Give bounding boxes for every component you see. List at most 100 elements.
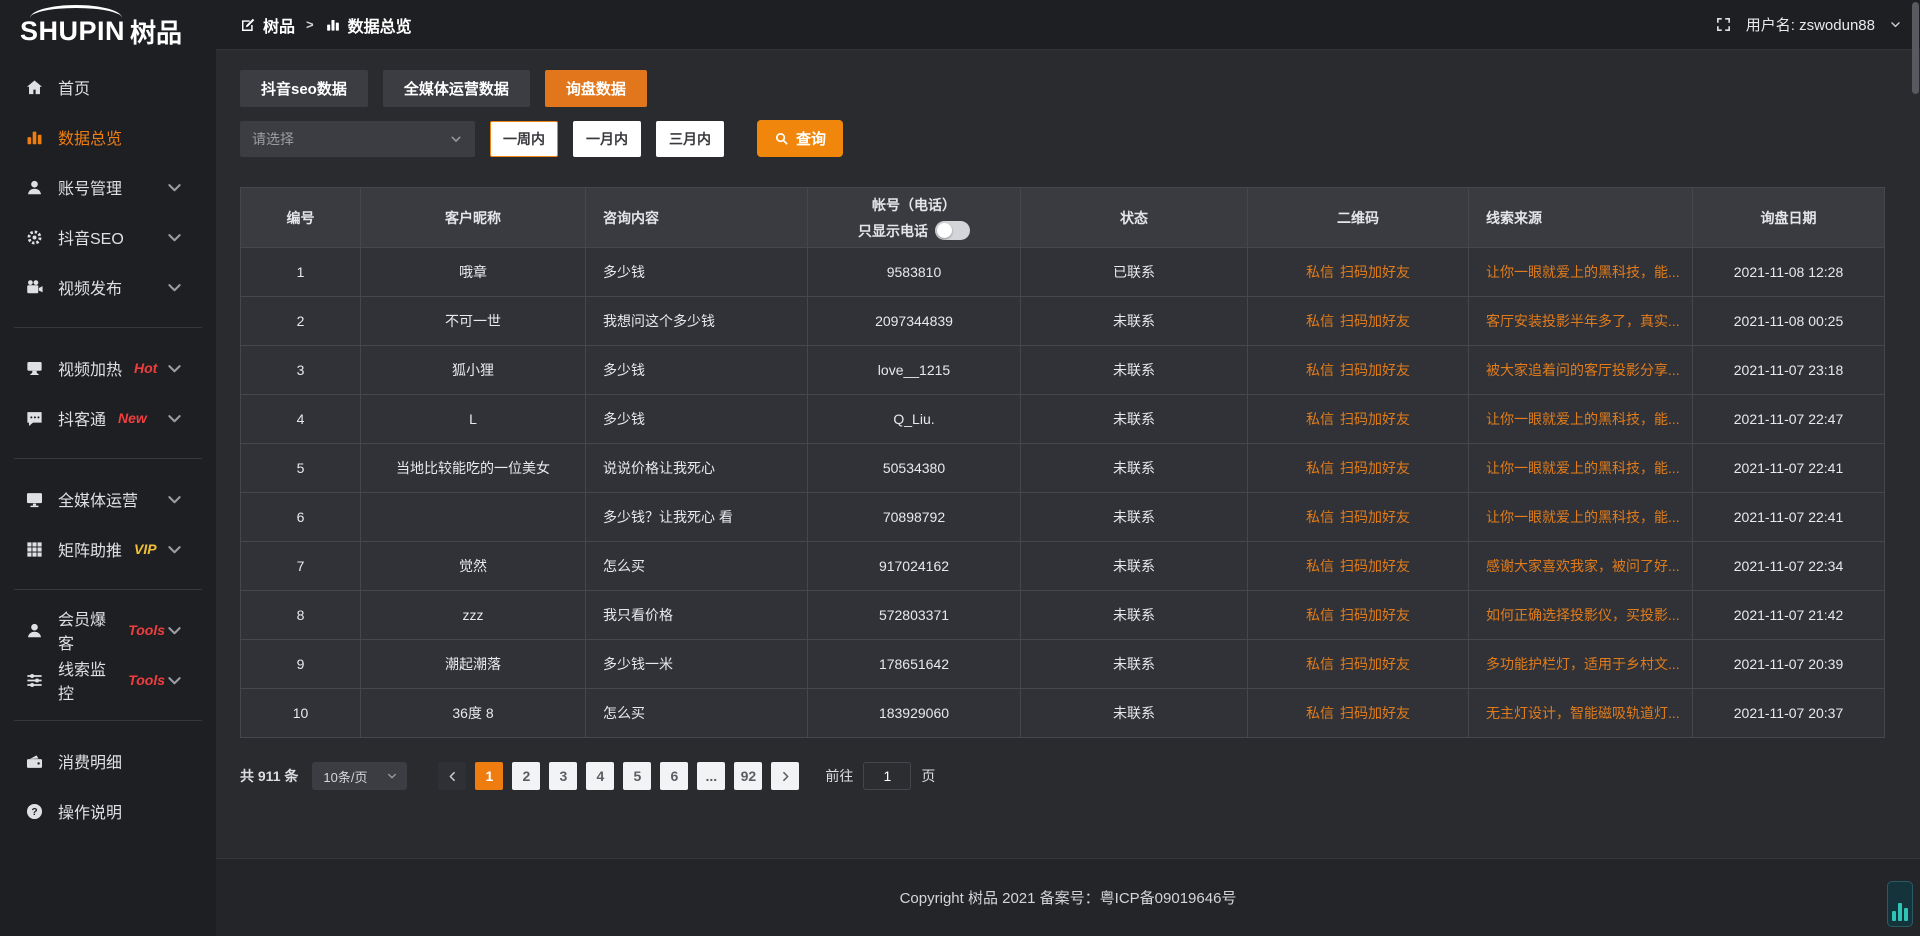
table-row: 4L多少钱Q_Liu.未联系私信扫码加好友让你一眼就爱上的黑科技，能...202… <box>241 395 1885 444</box>
source-link[interactable]: 无主灯设计，智能磁吸轨道灯... <box>1486 705 1680 721</box>
total-count: 共 911 条 <box>240 766 298 786</box>
private-message-link[interactable]: 私信 <box>1306 362 1334 378</box>
sidebar-item[interactable]: 消费明细 <box>0 736 216 786</box>
range-button[interactable]: 一月内 <box>573 121 641 157</box>
svg-text:?: ? <box>31 807 37 818</box>
fullscreen-icon[interactable] <box>1715 16 1732 33</box>
private-message-link[interactable]: 私信 <box>1306 509 1334 525</box>
chevron-down-icon[interactable] <box>1889 18 1902 31</box>
page-button[interactable]: 3 <box>549 762 577 790</box>
sidebar-item-label: 会员爆客 <box>58 606 116 654</box>
sidebar-item[interactable]: 视频发布 <box>0 262 216 312</box>
source-link[interactable]: 多功能护栏灯，适用于乡村文... <box>1486 656 1680 672</box>
private-message-link[interactable]: 私信 <box>1306 656 1334 672</box>
sidebar-item[interactable]: 账号管理 <box>0 162 216 212</box>
page-size-label: 10条/页 <box>323 767 367 786</box>
scan-add-friend-link[interactable]: 扫码加好友 <box>1340 656 1410 672</box>
source-link[interactable]: 被大家追着问的客厅投影分享... <box>1486 362 1680 378</box>
page-buttons: 123456... 92 <box>429 762 799 790</box>
table-row: 1036度 8怎么买183929060未联系私信扫码加好友无主灯设计，智能磁吸轨… <box>241 689 1885 738</box>
page-button[interactable]: 6 <box>660 762 688 790</box>
sidebar-divider <box>14 720 202 721</box>
source-link[interactable]: 让你一眼就爱上的黑科技，能... <box>1486 460 1680 476</box>
scan-add-friend-link[interactable]: 扫码加好友 <box>1340 411 1410 427</box>
cell-date: 2021-11-07 22:41 <box>1693 444 1885 493</box>
chevron-down-icon <box>165 359 184 378</box>
scrollbar-thumb[interactable] <box>1912 2 1919 94</box>
goto-page-input[interactable] <box>863 762 911 790</box>
query-button[interactable]: 查询 <box>757 120 843 157</box>
table-header-row: 编号客户昵称咨询内容帐号（电话）只显示电话状态二维码线索来源询盘日期 <box>241 188 1885 248</box>
sidebar-item-badge: Hot <box>134 360 157 376</box>
scan-add-friend-link[interactable]: 扫码加好友 <box>1340 460 1410 476</box>
wallet-icon <box>25 752 44 771</box>
column-header: 二维码 <box>1248 188 1469 248</box>
page-size-select[interactable]: 10条/页 <box>312 762 407 790</box>
private-message-link[interactable]: 私信 <box>1306 411 1334 427</box>
cell-account: Q_Liu. <box>808 395 1021 444</box>
source-link[interactable]: 如何正确选择投影仪，买投影... <box>1486 607 1680 623</box>
breadcrumb-item[interactable]: 树品 <box>240 13 295 37</box>
edit-square-icon <box>240 17 256 33</box>
goto-label: 前往 <box>825 766 853 786</box>
sidebar-item[interactable]: 抖音SEO <box>0 212 216 262</box>
sidebar-item[interactable]: 抖客通New <box>0 393 216 443</box>
sidebar-item[interactable]: 首页 <box>0 62 216 112</box>
chevron-down-icon <box>165 228 184 247</box>
topbar-user-area: 用户名: zswodun88 <box>1715 14 1902 35</box>
source-link[interactable]: 让你一眼就爱上的黑科技，能... <box>1486 509 1680 525</box>
source-link[interactable]: 让你一眼就爱上的黑科技，能... <box>1486 264 1680 280</box>
private-message-link[interactable]: 私信 <box>1306 264 1334 280</box>
tab-1[interactable]: 抖音seo数据 <box>240 70 368 107</box>
more-pages-button[interactable]: ... <box>697 762 725 790</box>
sidebar-item[interactable]: 会员爆客Tools <box>0 605 216 655</box>
scan-add-friend-link[interactable]: 扫码加好友 <box>1340 705 1410 721</box>
screen-icon <box>25 359 44 378</box>
page-button[interactable]: 2 <box>512 762 540 790</box>
sidebar-item[interactable]: 数据总览 <box>0 112 216 162</box>
sidebar-item[interactable]: ?操作说明 <box>0 786 216 836</box>
scan-add-friend-link[interactable]: 扫码加好友 <box>1340 264 1410 280</box>
range-button[interactable]: 一周内 <box>490 121 558 157</box>
page-button[interactable]: 4 <box>586 762 614 790</box>
scan-add-friend-link[interactable]: 扫码加好友 <box>1340 362 1410 378</box>
private-message-link[interactable]: 私信 <box>1306 460 1334 476</box>
scan-add-friend-link[interactable]: 扫码加好友 <box>1340 558 1410 574</box>
cell-content: 多少钱 <box>586 248 808 297</box>
cell-qr: 私信扫码加好友 <box>1248 248 1469 297</box>
next-page-button[interactable] <box>771 762 799 790</box>
username[interactable]: 用户名: zswodun88 <box>1746 14 1875 35</box>
filter-select[interactable]: 请选择 <box>240 121 475 157</box>
phone-only-toggle[interactable] <box>935 221 970 240</box>
cell-status: 未联系 <box>1021 297 1248 346</box>
sidebar-item[interactable]: 矩阵助推VIP <box>0 524 216 574</box>
private-message-link[interactable]: 私信 <box>1306 705 1334 721</box>
private-message-link[interactable]: 私信 <box>1306 607 1334 623</box>
cell-nickname: zzz <box>361 591 586 640</box>
page-button[interactable]: 1 <box>475 762 503 790</box>
sidebar-item[interactable]: 线索监控Tools <box>0 655 216 705</box>
scan-add-friend-link[interactable]: 扫码加好友 <box>1340 509 1410 525</box>
page-button[interactable]: 92 <box>734 762 762 790</box>
column-header: 状态 <box>1021 188 1248 248</box>
breadcrumb-item[interactable]: 数据总览 <box>325 13 412 37</box>
sidebar-item[interactable]: 视频加热Hot <box>0 343 216 393</box>
cell-nickname: 36度 8 <box>361 689 586 738</box>
range-button[interactable]: 三月内 <box>656 121 724 157</box>
source-link[interactable]: 感谢大家喜欢我家，被问了好... <box>1486 558 1680 574</box>
scan-add-friend-link[interactable]: 扫码加好友 <box>1340 313 1410 329</box>
page-button[interactable]: 5 <box>623 762 651 790</box>
source-link[interactable]: 客厅安装投影半年多了，真实... <box>1486 313 1680 329</box>
private-message-link[interactable]: 私信 <box>1306 558 1334 574</box>
scan-add-friend-link[interactable]: 扫码加好友 <box>1340 607 1410 623</box>
breadcrumb-label: 树品 <box>263 13 295 37</box>
prev-page-button[interactable] <box>438 762 466 790</box>
sidebar-divider <box>14 458 202 459</box>
tab-2[interactable]: 全媒体运营数据 <box>383 70 530 107</box>
chevron-down-icon <box>449 132 463 146</box>
overlay-widget[interactable] <box>1887 881 1913 927</box>
private-message-link[interactable]: 私信 <box>1306 313 1334 329</box>
source-link[interactable]: 让你一眼就爱上的黑科技，能... <box>1486 411 1680 427</box>
tab-3[interactable]: 询盘数据 <box>545 70 647 107</box>
sidebar-item[interactable]: 全媒体运营 <box>0 474 216 524</box>
